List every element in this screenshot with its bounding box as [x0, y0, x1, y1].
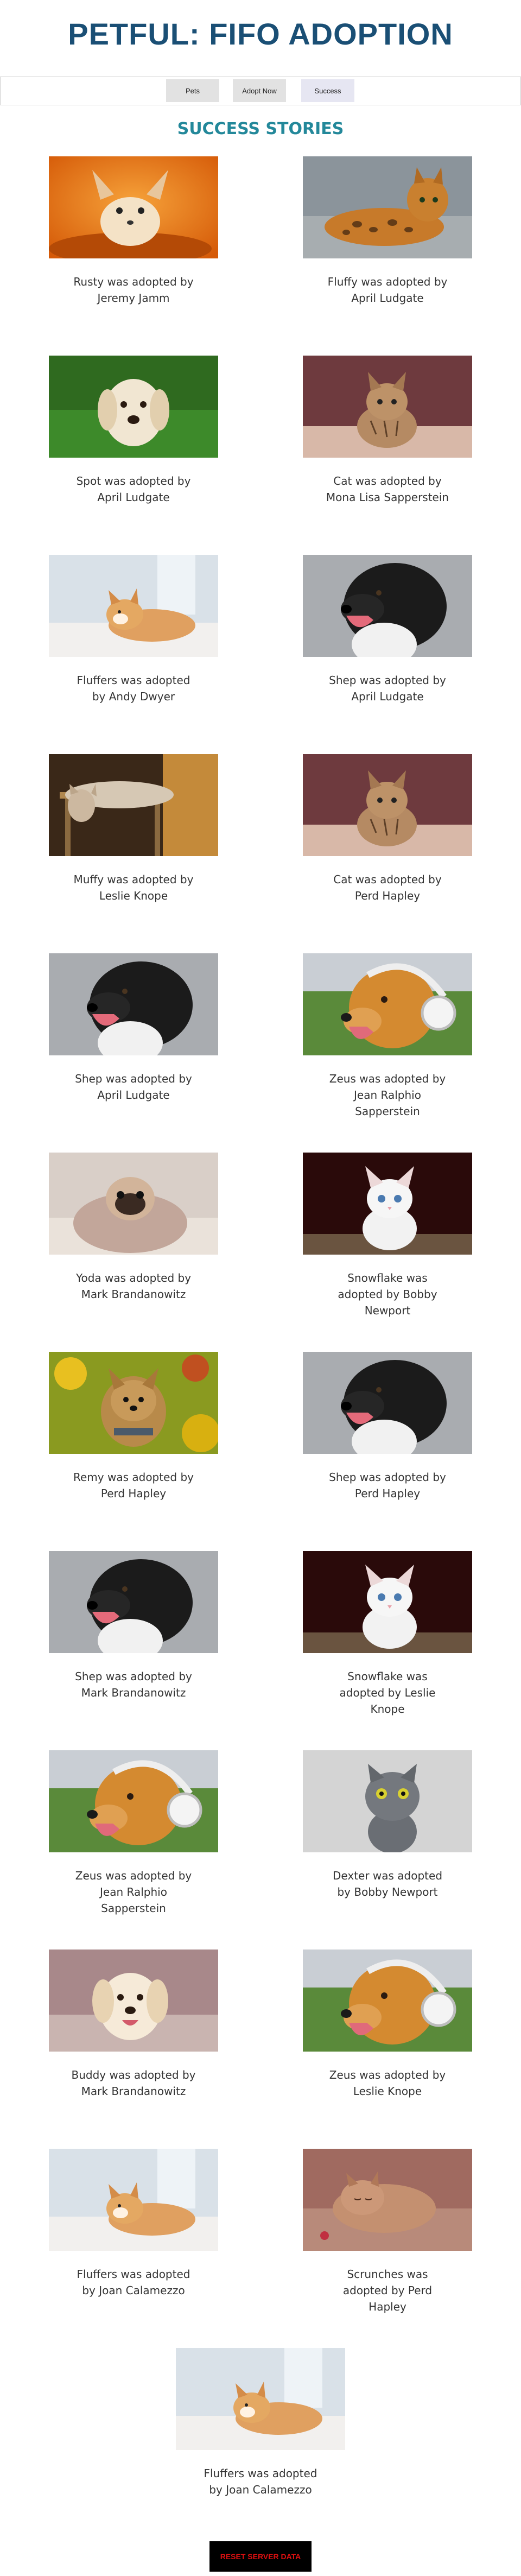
story-caption: Yoda was adopted by Mark Brandanowitz — [75, 1271, 192, 1301]
story-caption: Remy was adopted by Perd Hapley — [73, 1471, 194, 1500]
pet-photo — [49, 1551, 218, 1653]
story-card: Fluffers was adopted by Andy Dwyer — [49, 555, 218, 705]
pet-photo — [303, 953, 472, 1055]
story-card: Zeus was adopted by Jean Ralphio Sappers… — [303, 953, 472, 1119]
story-card: Fluffy was adopted by April Ludgate — [303, 156, 472, 306]
pet-photo — [49, 953, 218, 1055]
story-caption: Cat was adopted by Perd Hapley — [333, 873, 442, 902]
pet-photo — [303, 1551, 472, 1653]
story-card: Fluffers was adopted by Joan Calamezzo — [176, 2348, 345, 2498]
story-card: Buddy was adopted by Mark Brandanowitz — [49, 1950, 218, 2099]
reset-server-data-button[interactable]: RESET SERVER DATA — [209, 2541, 312, 2572]
story-caption: Zeus was adopted by Jean Ralphio Sappers… — [329, 1072, 446, 1118]
story-card: Scrunches was adopted by Perd Hapley — [303, 2149, 472, 2315]
story-card: Spot was adopted by April Ludgate — [49, 356, 218, 505]
story-card: Cat was adopted by Mona Lisa Sapperstein — [303, 356, 472, 505]
story-card: Shep was adopted by Perd Hapley — [303, 1352, 472, 1502]
nav-success-button[interactable]: Success — [301, 79, 354, 102]
pet-photo — [303, 1153, 472, 1255]
story-caption: Rusty was adopted by Jeremy Jamm — [73, 275, 194, 305]
pet-photo — [49, 356, 218, 458]
pet-photo — [303, 1950, 472, 2052]
story-caption: Shep was adopted by Mark Brandanowitz — [75, 1670, 192, 1699]
story-caption: Fluffy was adopted by April Ludgate — [327, 275, 448, 305]
pet-photo — [49, 156, 218, 258]
pet-photo — [303, 356, 472, 458]
story-card: Fluffers was adopted by Joan Calamezzo — [49, 2149, 218, 2299]
pet-photo — [303, 754, 472, 856]
nav-adopt-now-button[interactable]: Adopt Now — [233, 79, 286, 102]
pet-photo — [49, 2149, 218, 2251]
story-caption: Zeus was adopted by Jean Ralphio Sappers… — [75, 1869, 192, 1915]
pet-photo — [303, 1352, 472, 1454]
story-caption: Zeus was adopted by Leslie Knope — [329, 2068, 446, 2098]
story-card: Rusty was adopted by Jeremy Jamm — [49, 156, 218, 306]
story-caption: Scrunches was adopted by Perd Hapley — [342, 2268, 433, 2313]
pet-photo — [303, 1750, 472, 1852]
story-caption: Dexter was adopted by Bobby Newport — [332, 1869, 443, 1898]
pet-photo — [49, 555, 218, 657]
story-card: Muffy was adopted by Leslie Knope — [49, 754, 218, 904]
story-caption: Muffy was adopted by Leslie Knope — [73, 873, 194, 902]
pet-photo — [49, 754, 218, 856]
story-card: Cat was adopted by Perd Hapley — [303, 754, 472, 904]
pet-photo — [176, 2348, 345, 2450]
story-caption: Shep was adopted by April Ludgate — [329, 674, 446, 703]
pet-photo — [303, 2149, 472, 2251]
story-card: Yoda was adopted by Mark Brandanowitz — [49, 1153, 218, 1302]
story-caption: Spot was adopted by April Ludgate — [76, 474, 191, 504]
story-card: Dexter was adopted by Bobby Newport — [303, 1750, 472, 1900]
pet-photo — [49, 1750, 218, 1852]
story-caption: Shep was adopted by Perd Hapley — [329, 1471, 446, 1500]
nav-pets-button[interactable]: Pets — [166, 79, 219, 102]
pet-photo — [303, 156, 472, 258]
story-card: Remy was adopted by Perd Hapley — [49, 1352, 218, 1502]
story-card: Zeus was adopted by Leslie Knope — [303, 1950, 472, 2099]
pet-photo — [303, 555, 472, 657]
pet-photo — [49, 1352, 218, 1454]
story-card: Shep was adopted by April Ludgate — [303, 555, 472, 705]
story-card: Snowflake was adopted by Leslie Knope — [303, 1551, 472, 1717]
story-caption: Fluffers was adopted by Joan Calamezzo — [77, 2268, 190, 2297]
top-nav: Pets Adopt Now Success — [0, 77, 521, 105]
story-caption: Fluffers was adopted by Joan Calamezzo — [204, 2467, 317, 2496]
pet-photo — [49, 1950, 218, 2052]
story-caption: Snowflake was adopted by Bobby Newport — [338, 1271, 437, 1317]
story-caption: Fluffers was adopted by Andy Dwyer — [77, 674, 190, 703]
story-card: Snowflake was adopted by Bobby Newport — [303, 1153, 472, 1319]
story-card: Shep was adopted by Mark Brandanowitz — [49, 1551, 218, 1701]
page-title: PETFUL: FIFO ADOPTION — [68, 17, 453, 51]
pet-photo — [49, 1153, 218, 1255]
story-card: Zeus was adopted by Jean Ralphio Sappers… — [49, 1750, 218, 1916]
section-heading: SUCCESS STORIES — [177, 119, 344, 138]
story-card: Shep was adopted by April Ludgate — [49, 953, 218, 1103]
story-caption: Snowflake was adopted by Leslie Knope — [339, 1670, 436, 1716]
story-caption: Cat was adopted by Mona Lisa Sapperstein — [326, 474, 449, 504]
story-caption: Shep was adopted by April Ludgate — [75, 1072, 192, 1102]
story-caption: Buddy was adopted by Mark Brandanowitz — [71, 2068, 196, 2098]
